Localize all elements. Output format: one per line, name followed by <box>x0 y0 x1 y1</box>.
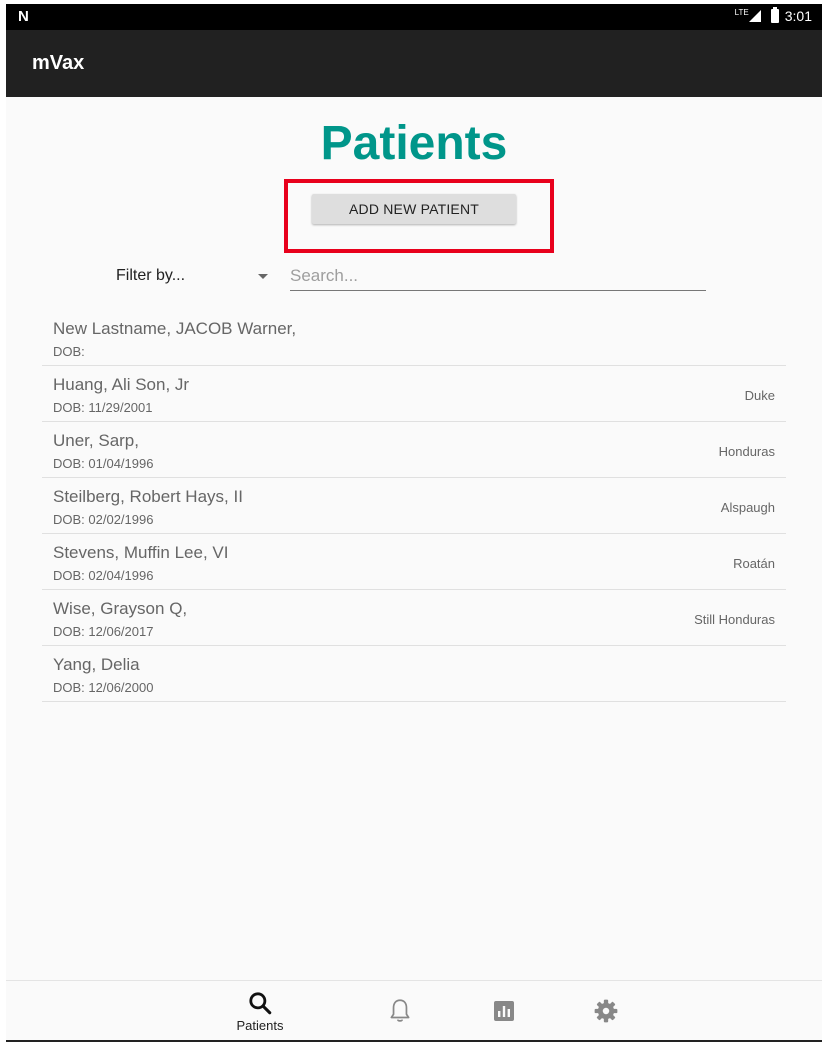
patient-dob: DOB: 11/29/2001 <box>53 400 153 415</box>
device-screen: N LTE 3:01 mVax Patients ADD NEW PATIENT… <box>6 4 822 1042</box>
patient-dob: DOB: <box>53 344 85 359</box>
patient-row[interactable]: Wise, Grayson Q, DOB: 12/06/2017 Still H… <box>42 590 786 646</box>
patient-row[interactable]: Steilberg, Robert Hays, II DOB: 02/02/19… <box>42 478 786 534</box>
battery-icon <box>770 7 779 23</box>
network-label: LTE <box>734 7 749 17</box>
bottom-navigation: Patients <box>6 980 822 1041</box>
patient-name: Yang, Delia <box>53 655 140 674</box>
patient-name: Uner, Sarp, <box>53 431 139 450</box>
app-bar: mVax <box>6 30 822 97</box>
patient-name: Steilberg, Robert Hays, II <box>53 487 243 506</box>
filter-label: Filter by... <box>116 267 186 284</box>
patient-name: Huang, Ali Son, Jr <box>53 375 190 394</box>
search-icon <box>249 991 272 1014</box>
dropdown-arrow-icon <box>258 273 268 279</box>
patient-row[interactable]: New Lastname, JACOB Warner, DOB: <box>42 310 786 366</box>
patient-location: Duke <box>744 388 775 403</box>
patient-row[interactable]: Huang, Ali Son, Jr DOB: 11/29/2001 Duke <box>42 366 786 422</box>
patient-row[interactable]: Stevens, Muffin Lee, VI DOB: 02/04/1996 … <box>42 534 786 590</box>
page-title: Patients <box>320 117 508 170</box>
gear-icon <box>594 999 618 1023</box>
nav-item-notifications[interactable] <box>380 981 420 1041</box>
patient-dob: DOB: 12/06/2000 <box>53 680 154 695</box>
nav-item-reports[interactable] <box>484 981 524 1041</box>
status-bar: N LTE 3:01 <box>6 4 822 30</box>
patient-list: New Lastname, JACOB Warner, DOB: Huang, … <box>42 310 786 702</box>
nav-item-patients[interactable]: Patients <box>230 981 290 1041</box>
patient-row[interactable]: Yang, Delia DOB: 12/06/2000 <box>42 646 786 702</box>
patient-name: Stevens, Muffin Lee, VI <box>53 543 229 562</box>
bottom-edge <box>6 1040 822 1042</box>
nav-label-patients: Patients <box>236 1017 284 1033</box>
signal-icon <box>748 10 761 22</box>
patient-dob: DOB: 12/06/2017 <box>53 624 154 639</box>
add-new-patient-button[interactable]: ADD NEW PATIENT <box>312 194 516 224</box>
patient-dob: DOB: 02/04/1996 <box>53 568 154 583</box>
bell-icon <box>390 999 410 1022</box>
search-input[interactable] <box>290 262 706 291</box>
patient-location: Roatán <box>733 556 775 571</box>
patient-row[interactable]: Uner, Sarp, DOB: 01/04/1996 Honduras <box>42 422 786 478</box>
patient-dob: DOB: 01/04/1996 <box>53 456 154 471</box>
patient-name: New Lastname, JACOB Warner, <box>53 319 297 338</box>
app-title: mVax <box>32 52 85 74</box>
notification-icon: N <box>18 8 29 25</box>
patient-location: Still Honduras <box>694 612 775 627</box>
bar-chart-icon <box>494 1001 514 1021</box>
patient-dob: DOB: 02/02/1996 <box>53 512 154 527</box>
status-indicators: LTE 3:01 <box>734 7 812 24</box>
nav-item-settings[interactable] <box>586 981 626 1041</box>
clock: 3:01 <box>784 8 812 24</box>
patient-location: Alspaugh <box>720 500 775 515</box>
patient-location: Honduras <box>718 444 775 459</box>
patient-name: Wise, Grayson Q, <box>53 599 188 618</box>
filter-dropdown[interactable]: Filter by... <box>116 262 274 290</box>
